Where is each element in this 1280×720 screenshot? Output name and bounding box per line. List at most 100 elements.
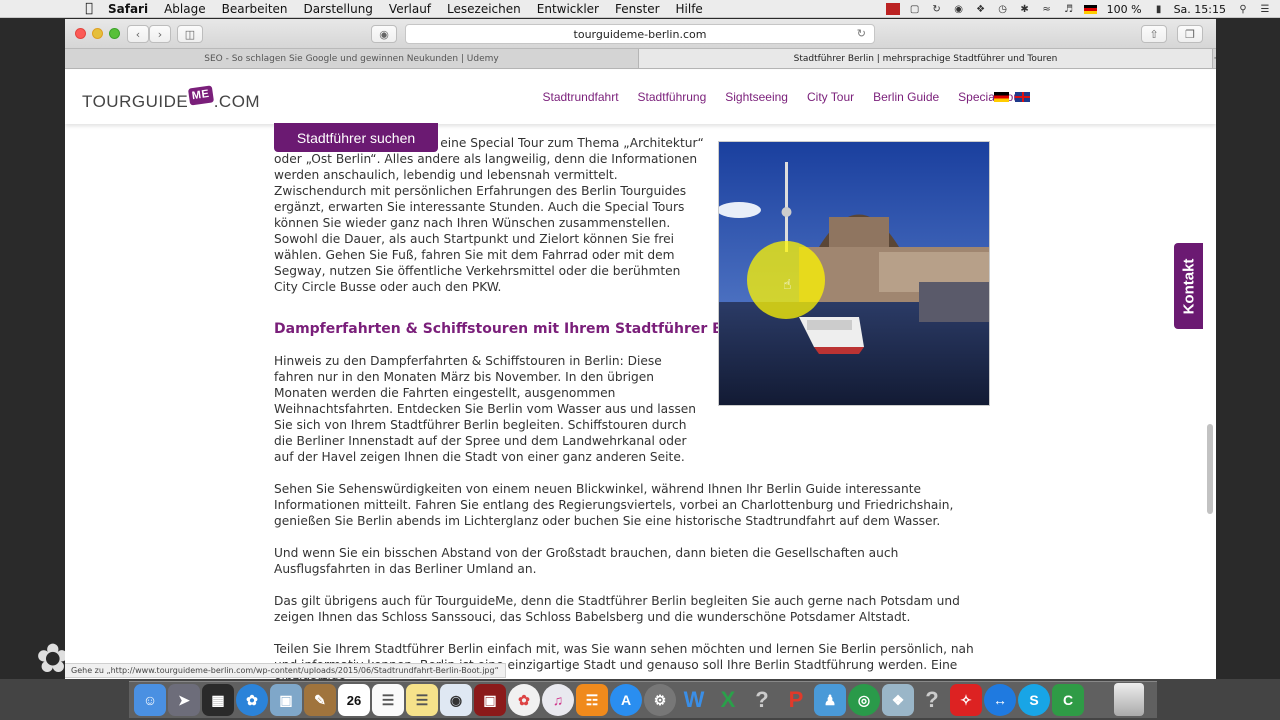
share-icon: ⇧ xyxy=(1149,27,1159,41)
contacts-icon[interactable]: ✎ xyxy=(304,684,336,716)
share-button[interactable]: ⇧ xyxy=(1141,25,1167,43)
forward-button[interactable]: › xyxy=(149,25,171,43)
menu-hilfe[interactable]: Hilfe xyxy=(676,2,703,16)
german-flag-icon[interactable] xyxy=(994,92,1009,102)
unknown-app-icon-2[interactable]: ? xyxy=(916,684,948,716)
logo-text-com: .COM xyxy=(213,92,261,111)
sidebar-button[interactable]: ◫ xyxy=(177,25,203,43)
uk-flag-icon[interactable] xyxy=(1015,92,1030,102)
skype-icon[interactable]: S xyxy=(1018,684,1050,716)
menu-app-safari[interactable]: Safari xyxy=(108,2,148,16)
kontakt-tab[interactable]: Kontakt xyxy=(1174,243,1203,329)
acrobat-icon[interactable]: ✧ xyxy=(950,684,982,716)
safari-window: ‹ › ◫ ◉ tourguideme-berlin.com ↻ ⇧ ❐ SEO… xyxy=(65,19,1216,679)
notification-center-icon[interactable]: ☰ xyxy=(1258,3,1272,15)
chevron-right-icon: › xyxy=(157,27,163,41)
mission-control-icon[interactable]: ▦ xyxy=(202,684,234,716)
nav-sightseeing[interactable]: Sightseeing xyxy=(725,90,788,104)
time-machine-icon[interactable]: ◷ xyxy=(996,3,1010,15)
battery-percent[interactable]: 100 % xyxy=(1107,3,1142,16)
tab-udemy[interactable]: SEO - So schlagen Sie Google und gewinne… xyxy=(65,49,639,68)
paragraph-sehenswuerdigkeiten: Sehen Sie Sehenswürdigkeiten von einem n… xyxy=(274,482,954,528)
ibooks-icon[interactable]: ☶ xyxy=(576,684,608,716)
nav-city-tour[interactable]: City Tour xyxy=(807,90,854,104)
tab-stadtfuehrer-berlin[interactable]: Stadtführer Berlin | mehrsprachige Stadt… xyxy=(639,49,1213,68)
page-scrollbar[interactable] xyxy=(1207,424,1213,514)
nav-berlin-guide[interactable]: Berlin Guide xyxy=(873,90,939,104)
powerpoint-icon[interactable]: P xyxy=(780,684,812,716)
sidebar-icon: ◫ xyxy=(184,27,196,41)
clock[interactable]: Sa. 15:15 xyxy=(1174,3,1226,16)
finder-icon[interactable]: ☺ xyxy=(134,684,166,716)
bluetooth-icon[interactable]: ✱ xyxy=(1018,3,1032,15)
tabs-overview-button[interactable]: ❐ xyxy=(1177,25,1203,43)
apple-menu-icon[interactable]:  xyxy=(82,1,96,16)
system-preferences-icon[interactable]: ⚙ xyxy=(644,684,676,716)
menu-lesezeichen[interactable]: Lesezeichen xyxy=(447,2,521,16)
logo-text-tourguide: TOURGUIDE xyxy=(82,92,189,111)
camtasia-icon[interactable]: C xyxy=(1052,684,1084,716)
paragraph-potsdam: Das gilt übrigens auch für TourguideMe, … xyxy=(274,594,960,624)
excel-icon[interactable]: X xyxy=(712,684,744,716)
main-nav: Stadtrundfahrt Stadtführung Sightseeing … xyxy=(523,90,1030,104)
preview-icon[interactable]: ▣ xyxy=(270,684,302,716)
utility-icon[interactable]: ❖ xyxy=(882,684,914,716)
menu-bar:  Safari Ablage Bearbeiten Darstellung V… xyxy=(0,0,1280,18)
browser-toolbar: ‹ › ◫ ◉ tourguideme-berlin.com ↻ ⇧ ❐ xyxy=(65,19,1216,49)
record-icon[interactable] xyxy=(885,3,900,15)
reload-icon[interactable]: ↻ xyxy=(857,27,866,40)
network-icon[interactable]: ◎ xyxy=(848,684,880,716)
notes-icon[interactable]: ☰ xyxy=(406,684,438,716)
menu-darstellung[interactable]: Darstellung xyxy=(304,2,373,16)
logo-text-me: ME xyxy=(188,85,214,106)
menu-entwickler[interactable]: Entwickler xyxy=(537,2,599,16)
menu-bearbeiten[interactable]: Bearbeiten xyxy=(222,2,288,16)
plus-icon: + xyxy=(1213,51,1216,66)
photo-booth-icon[interactable]: ▣ xyxy=(474,684,506,716)
battery-icon[interactable]: ▮ xyxy=(1152,3,1166,15)
paragraph-hinweis-text: Hinweis zu den Dampferfahrten & Schiffst… xyxy=(274,354,697,464)
dropbox-icon[interactable]: ❖ xyxy=(974,3,988,15)
photos-icon[interactable]: ✿ xyxy=(508,684,540,716)
address-bar[interactable]: tourguideme-berlin.com ↻ xyxy=(405,24,875,44)
site-logo[interactable]: TOURGUIDE ME .COM xyxy=(82,85,261,112)
input-source-flag-icon[interactable] xyxy=(1083,4,1097,14)
intro-paragraph: Sachsenhausen besuchen, eine Special Tou… xyxy=(274,136,704,294)
unknown-app-icon[interactable]: ? xyxy=(746,684,778,716)
people-icon[interactable]: ♟ xyxy=(814,684,846,716)
new-tab-button[interactable]: + xyxy=(1213,49,1216,68)
stadtfuehrer-suchen-button[interactable]: Stadtführer suchen xyxy=(274,123,438,152)
calendar-icon[interactable]: 26 xyxy=(338,684,370,716)
reader-button[interactable]: ◉ xyxy=(371,25,397,43)
butterfly-watermark-icon: ✿ xyxy=(36,636,70,682)
back-button[interactable]: ‹ xyxy=(127,25,149,43)
sync-icon[interactable]: ↻ xyxy=(930,3,944,15)
reminders-icon[interactable]: ☰ xyxy=(372,684,404,716)
nav-stadtfuehrung[interactable]: Stadtführung xyxy=(638,90,707,104)
app-store-icon[interactable]: A xyxy=(610,684,642,716)
word-icon[interactable]: W xyxy=(678,684,710,716)
app-status-icon[interactable]: ▢ xyxy=(908,3,922,15)
dock-icons: ☺ ➤ ▦ ✿ ▣ ✎ 26 ☰ ☰ ◉ ▣ ✿ ♫ ☶ A ⚙ W X ? P… xyxy=(134,684,1084,716)
safari-icon[interactable]: ✿ xyxy=(236,684,268,716)
fullscreen-window-button[interactable] xyxy=(109,28,120,39)
wifi-icon[interactable]: ≈ xyxy=(1040,3,1054,15)
hand-cursor-icon: ☝ xyxy=(783,277,792,293)
close-window-button[interactable] xyxy=(75,28,86,39)
nav-stadtrundfahrt[interactable]: Stadtrundfahrt xyxy=(542,90,618,104)
tab-bar: SEO - So schlagen Sie Google und gewinne… xyxy=(65,49,1216,69)
tabs-icon: ❐ xyxy=(1185,27,1195,41)
volume-icon[interactable]: ♬ xyxy=(1062,3,1076,15)
menu-ablage[interactable]: Ablage xyxy=(164,2,206,16)
url-text: tourguideme-berlin.com xyxy=(573,27,707,41)
minimize-window-button[interactable] xyxy=(92,28,103,39)
messages-icon[interactable]: ◉ xyxy=(440,684,472,716)
teamviewer-icon[interactable]: ↔ xyxy=(984,684,1016,716)
spotlight-search-icon[interactable]: ⚲ xyxy=(1236,3,1250,15)
itunes-icon[interactable]: ♫ xyxy=(542,684,574,716)
trash-icon[interactable] xyxy=(1114,683,1144,716)
shield-icon[interactable]: ◉ xyxy=(952,3,966,15)
menu-fenster[interactable]: Fenster xyxy=(615,2,660,16)
launchpad-icon[interactable]: ➤ xyxy=(168,684,200,716)
menu-verlauf[interactable]: Verlauf xyxy=(389,2,431,16)
